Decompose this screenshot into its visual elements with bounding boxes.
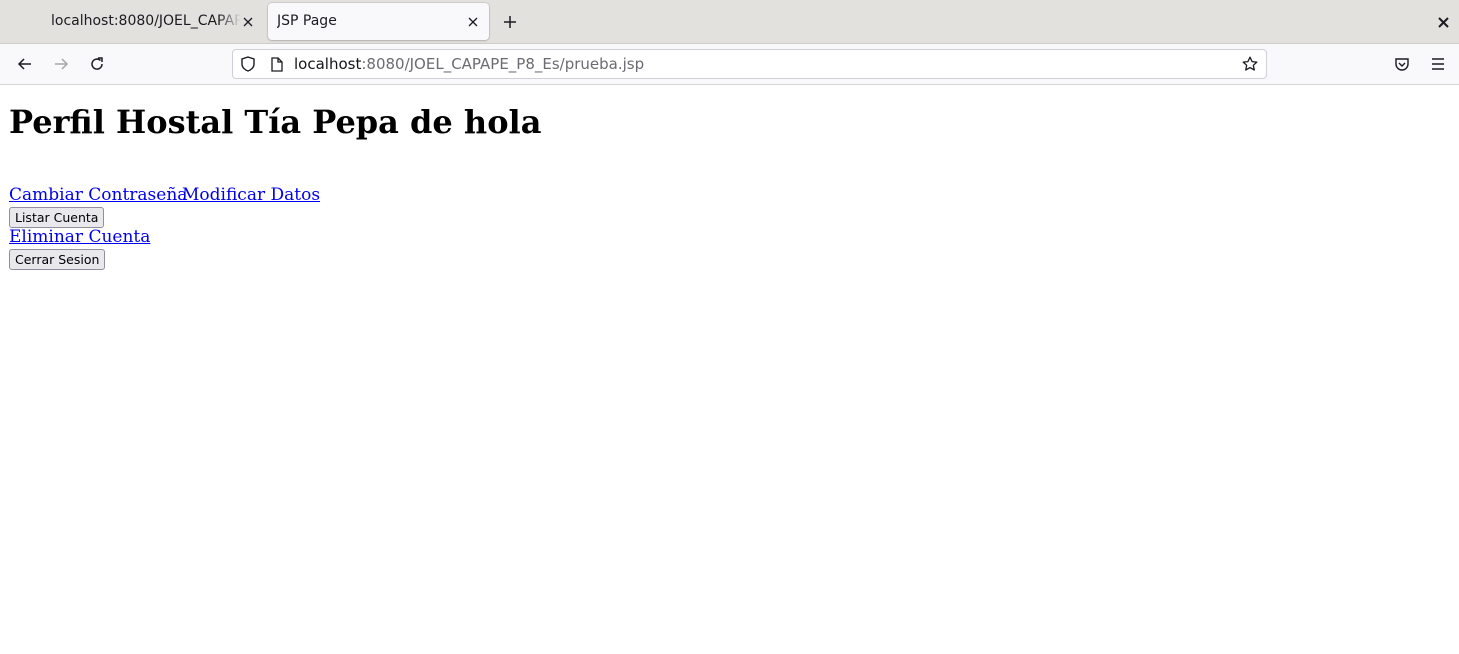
hamburger-menu-icon[interactable] [1428,54,1448,74]
address-bar[interactable]: localhost:8080/JOEL_CAPAPE_P8_Es/prueba.… [232,49,1267,79]
pocket-icon[interactable] [1392,54,1412,74]
modify-data-link[interactable]: Modificar Datos [182,185,320,205]
close-icon[interactable] [240,14,256,30]
shield-icon[interactable] [240,56,256,72]
close-icon[interactable] [465,14,481,30]
logout-button[interactable]: Cerrar Sesion [9,249,106,270]
star-icon[interactable] [1242,56,1258,72]
page-icon[interactable] [269,56,285,72]
page-title: Perfil Hostal Tía Pepa de hola [9,103,542,141]
tab-strip: localhost:8080/JOEL_CAPAPE_P8_Es/ JSP Pa… [0,0,1459,44]
change-password-link[interactable]: Cambiar Contraseña [9,185,187,205]
url-path: :8080/JOEL_CAPAPE_P8_Es/prueba.jsp [361,55,645,73]
page-content: Perfil Hostal Tía Pepa de hola Cambiar C… [0,85,1459,654]
url-text[interactable]: localhost:8080/JOEL_CAPAPE_P8_Es/prueba.… [294,50,644,78]
arrow-right-icon[interactable] [51,54,71,74]
tab-title: localhost:8080/JOEL_CAPAPE_P8_Es/ [51,13,241,29]
list-account-button[interactable]: Listar Cuenta [9,207,105,228]
url-host: localhost [294,55,362,73]
tab-jsp-page[interactable]: JSP Page [268,3,489,40]
tab-title: JSP Page [277,13,337,29]
tab-localhost[interactable]: localhost:8080/JOEL_CAPAPE_P8_Es/ [40,3,257,40]
reload-icon[interactable] [87,54,107,74]
arrow-left-icon[interactable] [15,54,35,74]
navigation-toolbar: localhost:8080/JOEL_CAPAPE_P8_Es/prueba.… [0,44,1459,85]
plus-icon[interactable] [500,12,520,32]
delete-account-link[interactable]: Eliminar Cuenta [9,227,150,247]
close-icon[interactable] [1434,13,1452,31]
